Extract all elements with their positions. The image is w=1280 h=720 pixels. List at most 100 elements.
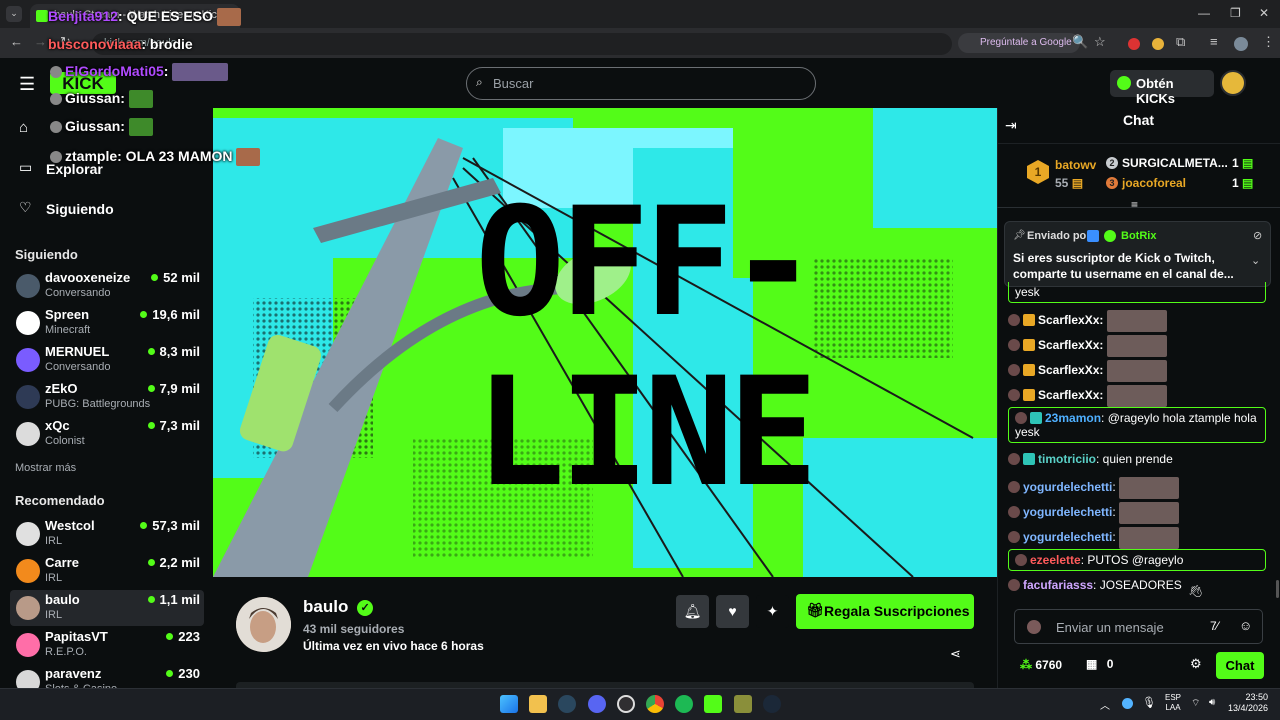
steam-icon[interactable] [558,695,576,713]
chat-username[interactable]: yogurdelechetti [1023,505,1112,519]
network-icon[interactable]: ⌔ [1191,697,1200,710]
hide-pinned-icon[interactable]: ⊘ [1253,229,1262,242]
channel-points[interactable]: ⁂ 6760 [1020,658,1062,672]
minimize-button[interactable]: — [1198,6,1210,20]
follow-heart-button[interactable]: ♥ [716,595,749,628]
chat-username[interactable]: 23mamon [1045,411,1101,425]
chat-username[interactable]: ScarflexXx: [1038,363,1103,377]
store-button[interactable]: ▦ 0 [1086,657,1113,671]
chat-username[interactable]: yogurdelechetti [1023,530,1112,544]
filter-icon[interactable]: ≡ [1131,198,1138,212]
overlay-emote [216,8,241,27]
emoji-icon[interactable]: ☺ [1239,618,1252,633]
live-dot-icon [147,559,155,566]
sidebar-channel-xqc[interactable]: xQc Colonist 7,3 mil [10,416,204,452]
bookmark-star-icon[interactable]: ☆ [1094,34,1106,50]
extension-icon[interactable] [1128,38,1140,50]
leaderboard-user2[interactable]: SURGICALMETA... [1122,156,1228,170]
leaderboard-user1[interactable]: batowv [1055,158,1096,172]
send-chat-button[interactable]: Chat [1216,652,1264,679]
live-dot-icon [166,633,174,640]
last-live-text: Última vez en vivo hace 6 horas [303,639,484,653]
channel-name[interactable]: baulo ✓ [303,597,374,617]
7tv-badge-icon [1023,339,1035,352]
chat-username[interactable]: ScarflexXx: [1038,388,1103,402]
pinned-message[interactable]: 📌︎ Enviado por BotRix ⊘ Si eres suscript… [1004,221,1271,287]
sidebar-channel-spreen[interactable]: Spreen Minecraft 19,6 mil [10,305,204,341]
chat-username[interactable]: timotriciio [1038,452,1096,466]
back-button[interactable]: ← [10,34,23,49]
home-icon[interactable]: ⌂ [19,119,28,136]
notifications-bell-button[interactable]: 🔔︎ [676,595,709,628]
sidebar-channel-carre[interactable]: Carre IRL 2,2 mil [10,553,204,589]
ask-google-button[interactable]: Pregúntale a Google [958,33,1080,53]
taskbar-clock[interactable]: 23:50 13/4/2026 [1228,692,1268,714]
channel-name: davooxeneize [45,270,131,285]
chat-message-input[interactable]: Enviar un mensaje 7⁄ ☺ [1014,609,1263,644]
channel-category: R.E.P.O. [45,646,87,658]
language-indicator[interactable]: ESP LAA [1165,693,1181,713]
chrome-icon[interactable] [646,695,664,713]
verified-badge-icon: ✓ [357,600,374,616]
chat-username[interactable]: yogurdelechetti [1023,480,1112,494]
sidebar-channel-zeko[interactable]: zEkO PUBG: Battlegrounds 7,9 mil [10,379,204,415]
tray-app-icon[interactable] [1122,698,1133,709]
chat-username[interactable]: ezeelette [1030,553,1081,567]
channel-avatar[interactable] [236,597,291,652]
user-avatar[interactable] [1220,70,1246,96]
extension-icon[interactable] [1152,38,1164,50]
chat-settings-gear-icon[interactable]: ⚙ [1190,656,1202,672]
explore-icon[interactable]: ▭ [19,159,32,176]
close-window-button[interactable]: ✕ [1259,6,1269,20]
share-icon[interactable]: ⋖ [950,646,961,662]
reading-list-icon[interactable]: ≡ [1210,34,1218,49]
gift-subs-button[interactable]: 🎁︎ Regala Suscripciones [796,594,974,629]
sidebar-channel-baulo[interactable]: baulo IRL 1,1 mil [10,590,204,626]
expand-pinned-icon[interactable]: ⌄ [1251,254,1260,267]
sidebar-channel-westcol[interactable]: Westcol IRL 57,3 mil [10,516,204,552]
sidebar-channel-mernuel[interactable]: MERNUEL Conversando 8,3 mil [10,342,204,378]
sidebar-channel-davooxeneize[interactable]: davooxeneize Conversando 52 mil [10,268,204,304]
tray-chevron-icon[interactable]: ︿ [1100,697,1110,712]
chat-message: 23mamon: @rageylo hola ztample hola yesk [1008,407,1266,443]
chat-username[interactable]: ScarflexXx: [1038,338,1103,352]
steam-2-icon[interactable] [763,695,781,713]
spotify-icon[interactable] [675,695,693,713]
7tv-badge-icon [1023,364,1035,377]
chat-username[interactable]: facufariasss [1023,578,1093,592]
overlay-text: : [120,118,125,134]
forward-button[interactable]: → [34,34,47,49]
show-more-link[interactable]: Mostrar más [15,462,76,474]
leaderboard-user3[interactable]: joacoforeal [1122,176,1186,190]
app-icon[interactable] [734,695,752,713]
url-field[interactable]: kick.com/baulo [92,33,952,55]
sidebar-channel-papitasvt[interactable]: PapitasVT R.E.P.O. 223 [10,627,204,663]
maximize-button[interactable]: ❐ [1230,6,1241,20]
kick-app-icon[interactable] [704,695,722,713]
extensions-puzzle-icon[interactable]: ⧉ [1176,34,1185,50]
file-explorer-icon[interactable] [529,695,547,713]
7tv-icon[interactable]: 7⁄ [1210,619,1219,633]
get-kicks-button[interactable]: Obtén KICKs [1110,70,1214,106]
chat-scrollbar[interactable] [1276,580,1279,598]
overlay-chat-line: busconoviaaa: brodie [48,36,193,52]
search-input[interactable]: ⌕ Buscar [466,67,816,100]
channel-name: Spreen [45,307,90,322]
tab-list-button[interactable]: ⌄ [6,6,22,22]
discord-icon[interactable] [588,695,606,713]
chat-message: ScarflexXx: [1008,385,1266,407]
chat-username[interactable]: ScarflexXx: [1038,313,1103,327]
channel-avatar [16,559,40,583]
zoom-icon[interactable]: 🔍 [1072,34,1088,50]
start-icon[interactable] [500,695,518,713]
volume-icon[interactable]: 🔊︎ [1209,697,1215,708]
profile-avatar[interactable] [1234,37,1248,51]
mic-icon[interactable]: 🎙︎ [1142,696,1156,709]
channel-name: zEkO [45,381,78,396]
browser-menu-icon[interactable]: ⋮ [1262,34,1275,50]
sparkle-button[interactable]: ✦ [756,595,789,628]
obs-icon[interactable] [617,695,635,713]
heart-icon[interactable]: ♡ [19,199,32,216]
hamburger-menu-icon[interactable]: ☰ [19,74,35,95]
nav-item-following[interactable]: Siguiendo [46,201,114,217]
